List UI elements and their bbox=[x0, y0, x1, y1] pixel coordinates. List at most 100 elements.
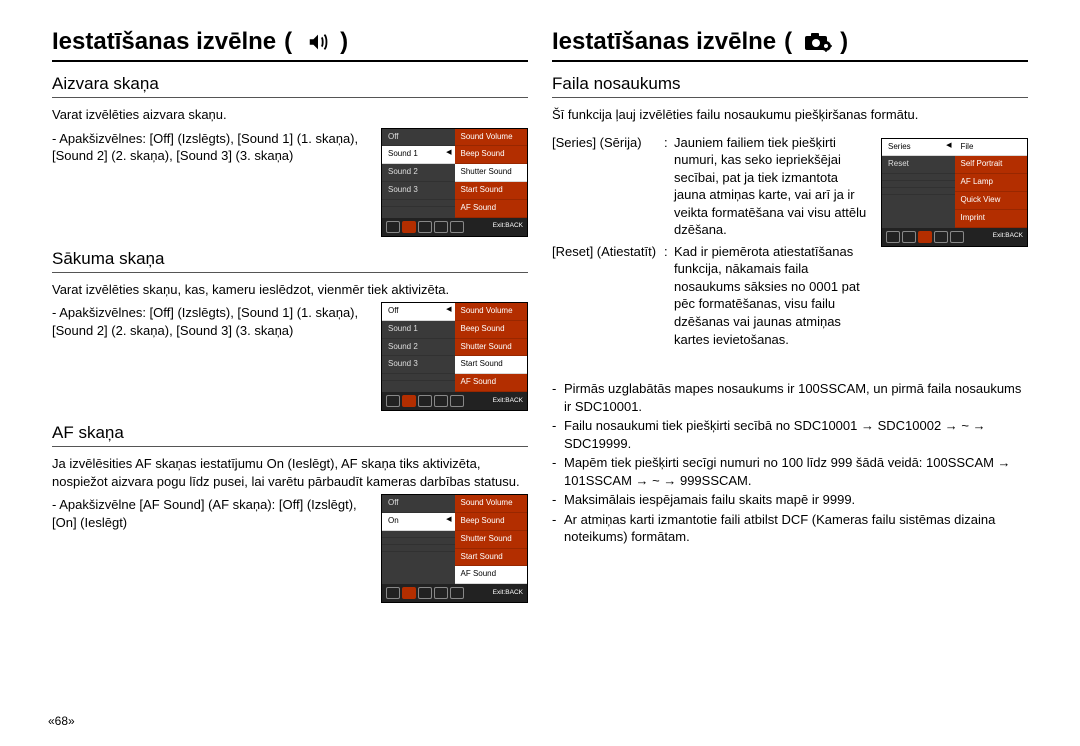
camera-gear-icon bbox=[804, 30, 832, 54]
menu-right-option[interactable]: Beep Sound bbox=[455, 321, 528, 339]
definition-term: [Series] (Sērija) bbox=[552, 134, 664, 239]
menu-left-option[interactable] bbox=[382, 200, 455, 207]
menu-tab-icon[interactable] bbox=[886, 231, 900, 243]
bullet-item: - Ar atmiņas karti izmantotie faili atbi… bbox=[552, 511, 1028, 546]
menu-right-option[interactable]: Beep Sound bbox=[455, 146, 528, 164]
submenu-text: - Apakšizvēlnes: [Off] (Izslēgts), [Soun… bbox=[52, 130, 367, 165]
title-text: Iestatīšanas izvēlne bbox=[552, 28, 776, 56]
menu-left-option[interactable]: Off bbox=[382, 129, 455, 147]
menu-right-option[interactable]: Shutter Sound bbox=[455, 531, 528, 549]
menu-exit-label: Exit:BACK bbox=[993, 232, 1023, 241]
menu-tab-icon[interactable] bbox=[402, 395, 416, 407]
menu-right-option[interactable]: Sound Volume bbox=[455, 495, 528, 513]
heading-af-sound: AF skaņa bbox=[52, 423, 528, 447]
menu-left-option[interactable]: Series◀ bbox=[882, 139, 955, 157]
menu-left-option[interactable]: Off bbox=[382, 495, 455, 513]
menu-exit-label: Exit:BACK bbox=[493, 397, 523, 406]
intro-text: Varat izvēlēties aizvara skaņu. bbox=[52, 106, 528, 124]
menu-right-option[interactable]: AF Sound bbox=[455, 200, 528, 218]
heading-shutter-sound: Aizvara skaņa bbox=[52, 74, 528, 98]
menu-tab-icon[interactable] bbox=[434, 587, 448, 599]
bullet-item: - Maksimālais iespējamais failu skaits m… bbox=[552, 491, 1028, 509]
menu-tab-icon[interactable] bbox=[902, 231, 916, 243]
menu-tab-icon[interactable] bbox=[434, 221, 448, 233]
menu-left-option[interactable] bbox=[882, 174, 955, 181]
menu-exit-label: Exit:BACK bbox=[493, 589, 523, 598]
definition-term: [Reset] (Atiestatīt) bbox=[552, 243, 664, 348]
bullet-item: - Failu nosaukumi tiek piešķirti secībā … bbox=[552, 417, 1028, 452]
menu-right-option[interactable]: Sound Volume bbox=[455, 303, 528, 321]
menu-left-option[interactable]: Off◀ bbox=[382, 303, 455, 321]
menu-left-option[interactable]: Sound 2 bbox=[382, 339, 455, 357]
menu-right-option[interactable]: Beep Sound bbox=[455, 513, 528, 531]
menu-widget-start: Off◀Sound 1Sound 2Sound 3 Sound VolumeBee… bbox=[381, 302, 528, 411]
menu-tab-icon[interactable] bbox=[386, 587, 400, 599]
menu-right-option[interactable]: Imprint bbox=[955, 210, 1028, 228]
menu-widget-shutter: OffSound 1◀Sound 2Sound 3 Sound VolumeBee… bbox=[381, 128, 528, 237]
speaker-icon bbox=[304, 30, 332, 54]
menu-tab-icon[interactable] bbox=[450, 587, 464, 599]
menu-left-option[interactable] bbox=[382, 538, 455, 545]
menu-exit-label: Exit:BACK bbox=[493, 222, 523, 231]
menu-right-option[interactable]: Shutter Sound bbox=[455, 339, 528, 357]
page-title-left: Iestatīšanas izvēlne ( ) bbox=[52, 28, 528, 62]
menu-left-option[interactable]: Sound 1 bbox=[382, 321, 455, 339]
menu-right-option[interactable]: AF Sound bbox=[455, 374, 528, 392]
bullets-list: - Pirmās uzglabātās mapes nosaukums ir 1… bbox=[552, 380, 1028, 546]
submenu-text: - Apakšizvēlne [AF Sound] (AF skaņa): [O… bbox=[52, 496, 367, 531]
menu-tab-icon[interactable] bbox=[450, 395, 464, 407]
menu-right-option[interactable]: Self Portrait bbox=[955, 156, 1028, 174]
menu-left-option[interactable] bbox=[382, 531, 455, 538]
menu-right-option[interactable]: File bbox=[955, 139, 1028, 157]
page-number: «68» bbox=[48, 714, 75, 728]
menu-right-option[interactable]: AF Lamp bbox=[955, 174, 1028, 192]
menu-left-option[interactable]: Reset bbox=[882, 156, 955, 174]
menu-left-option[interactable]: Sound 3 bbox=[382, 182, 455, 200]
chevron-left-icon: ◀ bbox=[446, 515, 451, 524]
menu-right-option[interactable]: Sound Volume bbox=[455, 129, 528, 147]
chevron-left-icon: ◀ bbox=[946, 141, 951, 150]
menu-tab-icon[interactable] bbox=[418, 221, 432, 233]
heading-start-sound: Sākuma skaņa bbox=[52, 249, 528, 273]
menu-left-option[interactable]: Sound 2 bbox=[382, 164, 455, 182]
menu-tab-icon[interactable] bbox=[386, 395, 400, 407]
chevron-left-icon: ◀ bbox=[446, 148, 451, 157]
menu-left-option[interactable] bbox=[382, 374, 455, 381]
menu-right-option[interactable]: AF Sound bbox=[455, 566, 528, 584]
menu-tab-icon[interactable] bbox=[402, 221, 416, 233]
menu-left-option[interactable] bbox=[882, 181, 955, 188]
menu-tab-icon[interactable] bbox=[950, 231, 964, 243]
menu-tab-icon[interactable] bbox=[934, 231, 948, 243]
intro-text: Ja izvēlēsities AF skaņas iestatījumu On… bbox=[52, 455, 528, 490]
menu-left-option[interactable] bbox=[882, 188, 955, 195]
intro-text: Varat izvēlēties skaņu, kas, kameru iesl… bbox=[52, 281, 528, 299]
menu-widget-af: OffOn◀Sound VolumeBeep SoundShutter Soun… bbox=[381, 494, 528, 603]
definition-desc: Jauniem failiem tiek piešķirti numuri, k… bbox=[674, 134, 867, 239]
menu-tab-icon[interactable] bbox=[418, 395, 432, 407]
menu-right-option[interactable]: Quick View bbox=[955, 192, 1028, 210]
menu-left-option[interactable] bbox=[382, 545, 455, 552]
menu-right-option[interactable]: Start Sound bbox=[455, 549, 528, 567]
submenu-text: - Apakšizvēlnes: [Off] (Izslēgts), [Soun… bbox=[52, 304, 367, 339]
menu-tab-icon[interactable] bbox=[402, 587, 416, 599]
title-text: Iestatīšanas izvēlne bbox=[52, 28, 276, 56]
menu-left-option[interactable]: On◀ bbox=[382, 513, 455, 531]
chevron-left-icon: ◀ bbox=[446, 305, 451, 314]
menu-left-option[interactable]: Sound 3 bbox=[382, 356, 455, 374]
menu-tab-icon[interactable] bbox=[386, 221, 400, 233]
definition-desc: Kad ir piemērota atiestatīšanas funkcija… bbox=[674, 243, 867, 348]
heading-file-name: Faila nosaukums bbox=[552, 74, 1028, 98]
menu-tab-icon[interactable] bbox=[918, 231, 932, 243]
menu-right-option[interactable]: Start Sound bbox=[455, 182, 528, 200]
intro-text: Šī funkcija ļauj izvēlēties failu nosauk… bbox=[552, 106, 1028, 124]
menu-left-option[interactable]: Sound 1◀ bbox=[382, 146, 455, 164]
menu-tab-icon[interactable] bbox=[418, 587, 432, 599]
menu-right-option[interactable]: Shutter Sound bbox=[455, 164, 528, 182]
page-title-right: Iestatīšanas izvēlne ( ) bbox=[552, 28, 1028, 62]
bullet-item: - Mapēm tiek piešķirti secīgi numuri no … bbox=[552, 454, 1028, 489]
menu-tab-icon[interactable] bbox=[450, 221, 464, 233]
definition-row: [Reset] (Atiestatīt):Kad ir piemērota at… bbox=[552, 243, 867, 348]
definition-row: [Series] (Sērija):Jauniem failiem tiek p… bbox=[552, 134, 867, 239]
menu-tab-icon[interactable] bbox=[434, 395, 448, 407]
menu-right-option[interactable]: Start Sound bbox=[455, 356, 528, 374]
